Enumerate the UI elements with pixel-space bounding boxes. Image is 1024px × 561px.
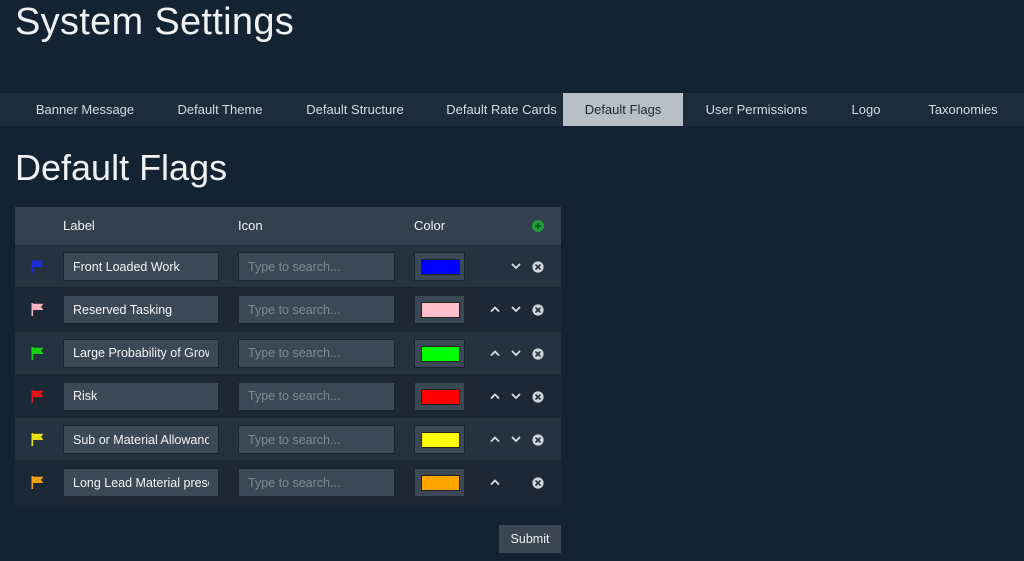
color-fill bbox=[421, 388, 460, 405]
flag-label-input[interactable] bbox=[63, 295, 219, 325]
submit-button[interactable]: Submit bbox=[499, 525, 561, 553]
close-circle-icon[interactable] bbox=[532, 260, 544, 274]
chevron-up-icon[interactable] bbox=[489, 475, 501, 489]
flag-icon bbox=[31, 303, 44, 317]
flag-icon bbox=[31, 260, 44, 273]
color-picker-swatch[interactable] bbox=[414, 252, 465, 281]
color-fill bbox=[421, 259, 460, 275]
close-circle-icon[interactable] bbox=[532, 476, 544, 490]
tab-default-rate-cards[interactable]: Default Rate Cards bbox=[440, 93, 563, 126]
icon-search-input[interactable] bbox=[238, 295, 395, 325]
icon-search-input[interactable] bbox=[238, 425, 395, 455]
tab-taxonomies[interactable]: Taxonomies bbox=[902, 93, 1024, 126]
color-picker-swatch[interactable] bbox=[414, 468, 465, 498]
add-flag-button[interactable] bbox=[532, 220, 544, 232]
icon-search-input[interactable] bbox=[238, 381, 395, 411]
icon-search-input[interactable] bbox=[238, 338, 395, 368]
page-title: System Settings bbox=[15, 1, 295, 43]
table-row bbox=[15, 331, 561, 375]
chevron-up-icon[interactable] bbox=[489, 432, 501, 446]
flag-label-input[interactable] bbox=[63, 425, 219, 455]
section-title: Default Flags bbox=[15, 147, 228, 188]
table-row bbox=[15, 245, 561, 289]
tab-default-flags[interactable]: Default Flags bbox=[563, 93, 683, 126]
color-fill bbox=[421, 432, 460, 449]
column-header-icon: Icon bbox=[238, 218, 263, 233]
flag-label-input[interactable] bbox=[63, 381, 219, 411]
flag-icon bbox=[31, 433, 44, 447]
chevron-down-icon[interactable] bbox=[510, 346, 522, 360]
icon-search-input[interactable] bbox=[238, 252, 395, 281]
chevron-down-icon[interactable] bbox=[510, 389, 522, 403]
flag-icon bbox=[31, 389, 44, 403]
flag-label-input[interactable] bbox=[63, 252, 219, 281]
close-circle-icon[interactable] bbox=[532, 303, 544, 317]
flag-label-input[interactable] bbox=[63, 338, 219, 368]
chevron-up-icon[interactable] bbox=[489, 346, 501, 360]
column-header-label: Label bbox=[63, 218, 95, 233]
flag-label-input[interactable] bbox=[63, 468, 219, 498]
table-row bbox=[15, 288, 561, 332]
color-fill bbox=[421, 302, 460, 319]
color-picker-swatch[interactable] bbox=[414, 295, 465, 325]
close-circle-icon[interactable] bbox=[532, 390, 544, 404]
chevron-down-icon[interactable] bbox=[510, 259, 522, 273]
chevron-down-icon[interactable] bbox=[510, 432, 522, 446]
tab-logo[interactable]: Logo bbox=[830, 93, 902, 126]
color-picker-swatch[interactable] bbox=[414, 338, 465, 368]
table-body bbox=[15, 245, 561, 505]
color-fill bbox=[421, 475, 460, 492]
color-fill bbox=[421, 345, 460, 362]
icon-search-input[interactable] bbox=[238, 468, 395, 498]
chevron-up-icon[interactable] bbox=[489, 302, 501, 316]
flags-table: Label Icon Color bbox=[15, 207, 561, 505]
color-picker-swatch[interactable] bbox=[414, 381, 465, 411]
table-row bbox=[15, 418, 561, 462]
tab-banner-message[interactable]: Banner Message bbox=[0, 93, 170, 126]
tab-default-structure[interactable]: Default Structure bbox=[270, 93, 440, 126]
system-settings-page: System Settings Banner Message Default Th… bbox=[0, 0, 1024, 561]
close-circle-icon[interactable] bbox=[532, 347, 544, 361]
chevron-up-icon[interactable] bbox=[489, 389, 501, 403]
table-row bbox=[15, 461, 561, 505]
close-circle-icon[interactable] bbox=[532, 433, 544, 447]
color-picker-swatch[interactable] bbox=[414, 425, 465, 455]
tab-user-permissions[interactable]: User Permissions bbox=[683, 93, 830, 126]
settings-tabs: Banner Message Default Theme Default Struc… bbox=[0, 93, 1024, 126]
tab-default-theme[interactable]: Default Theme bbox=[170, 93, 270, 126]
flag-icon bbox=[31, 346, 44, 360]
chevron-down-icon[interactable] bbox=[510, 302, 522, 316]
flag-icon bbox=[31, 476, 44, 490]
table-header: Label Icon Color bbox=[15, 207, 561, 245]
table-row bbox=[15, 374, 561, 419]
column-header-color: Color bbox=[414, 218, 446, 233]
